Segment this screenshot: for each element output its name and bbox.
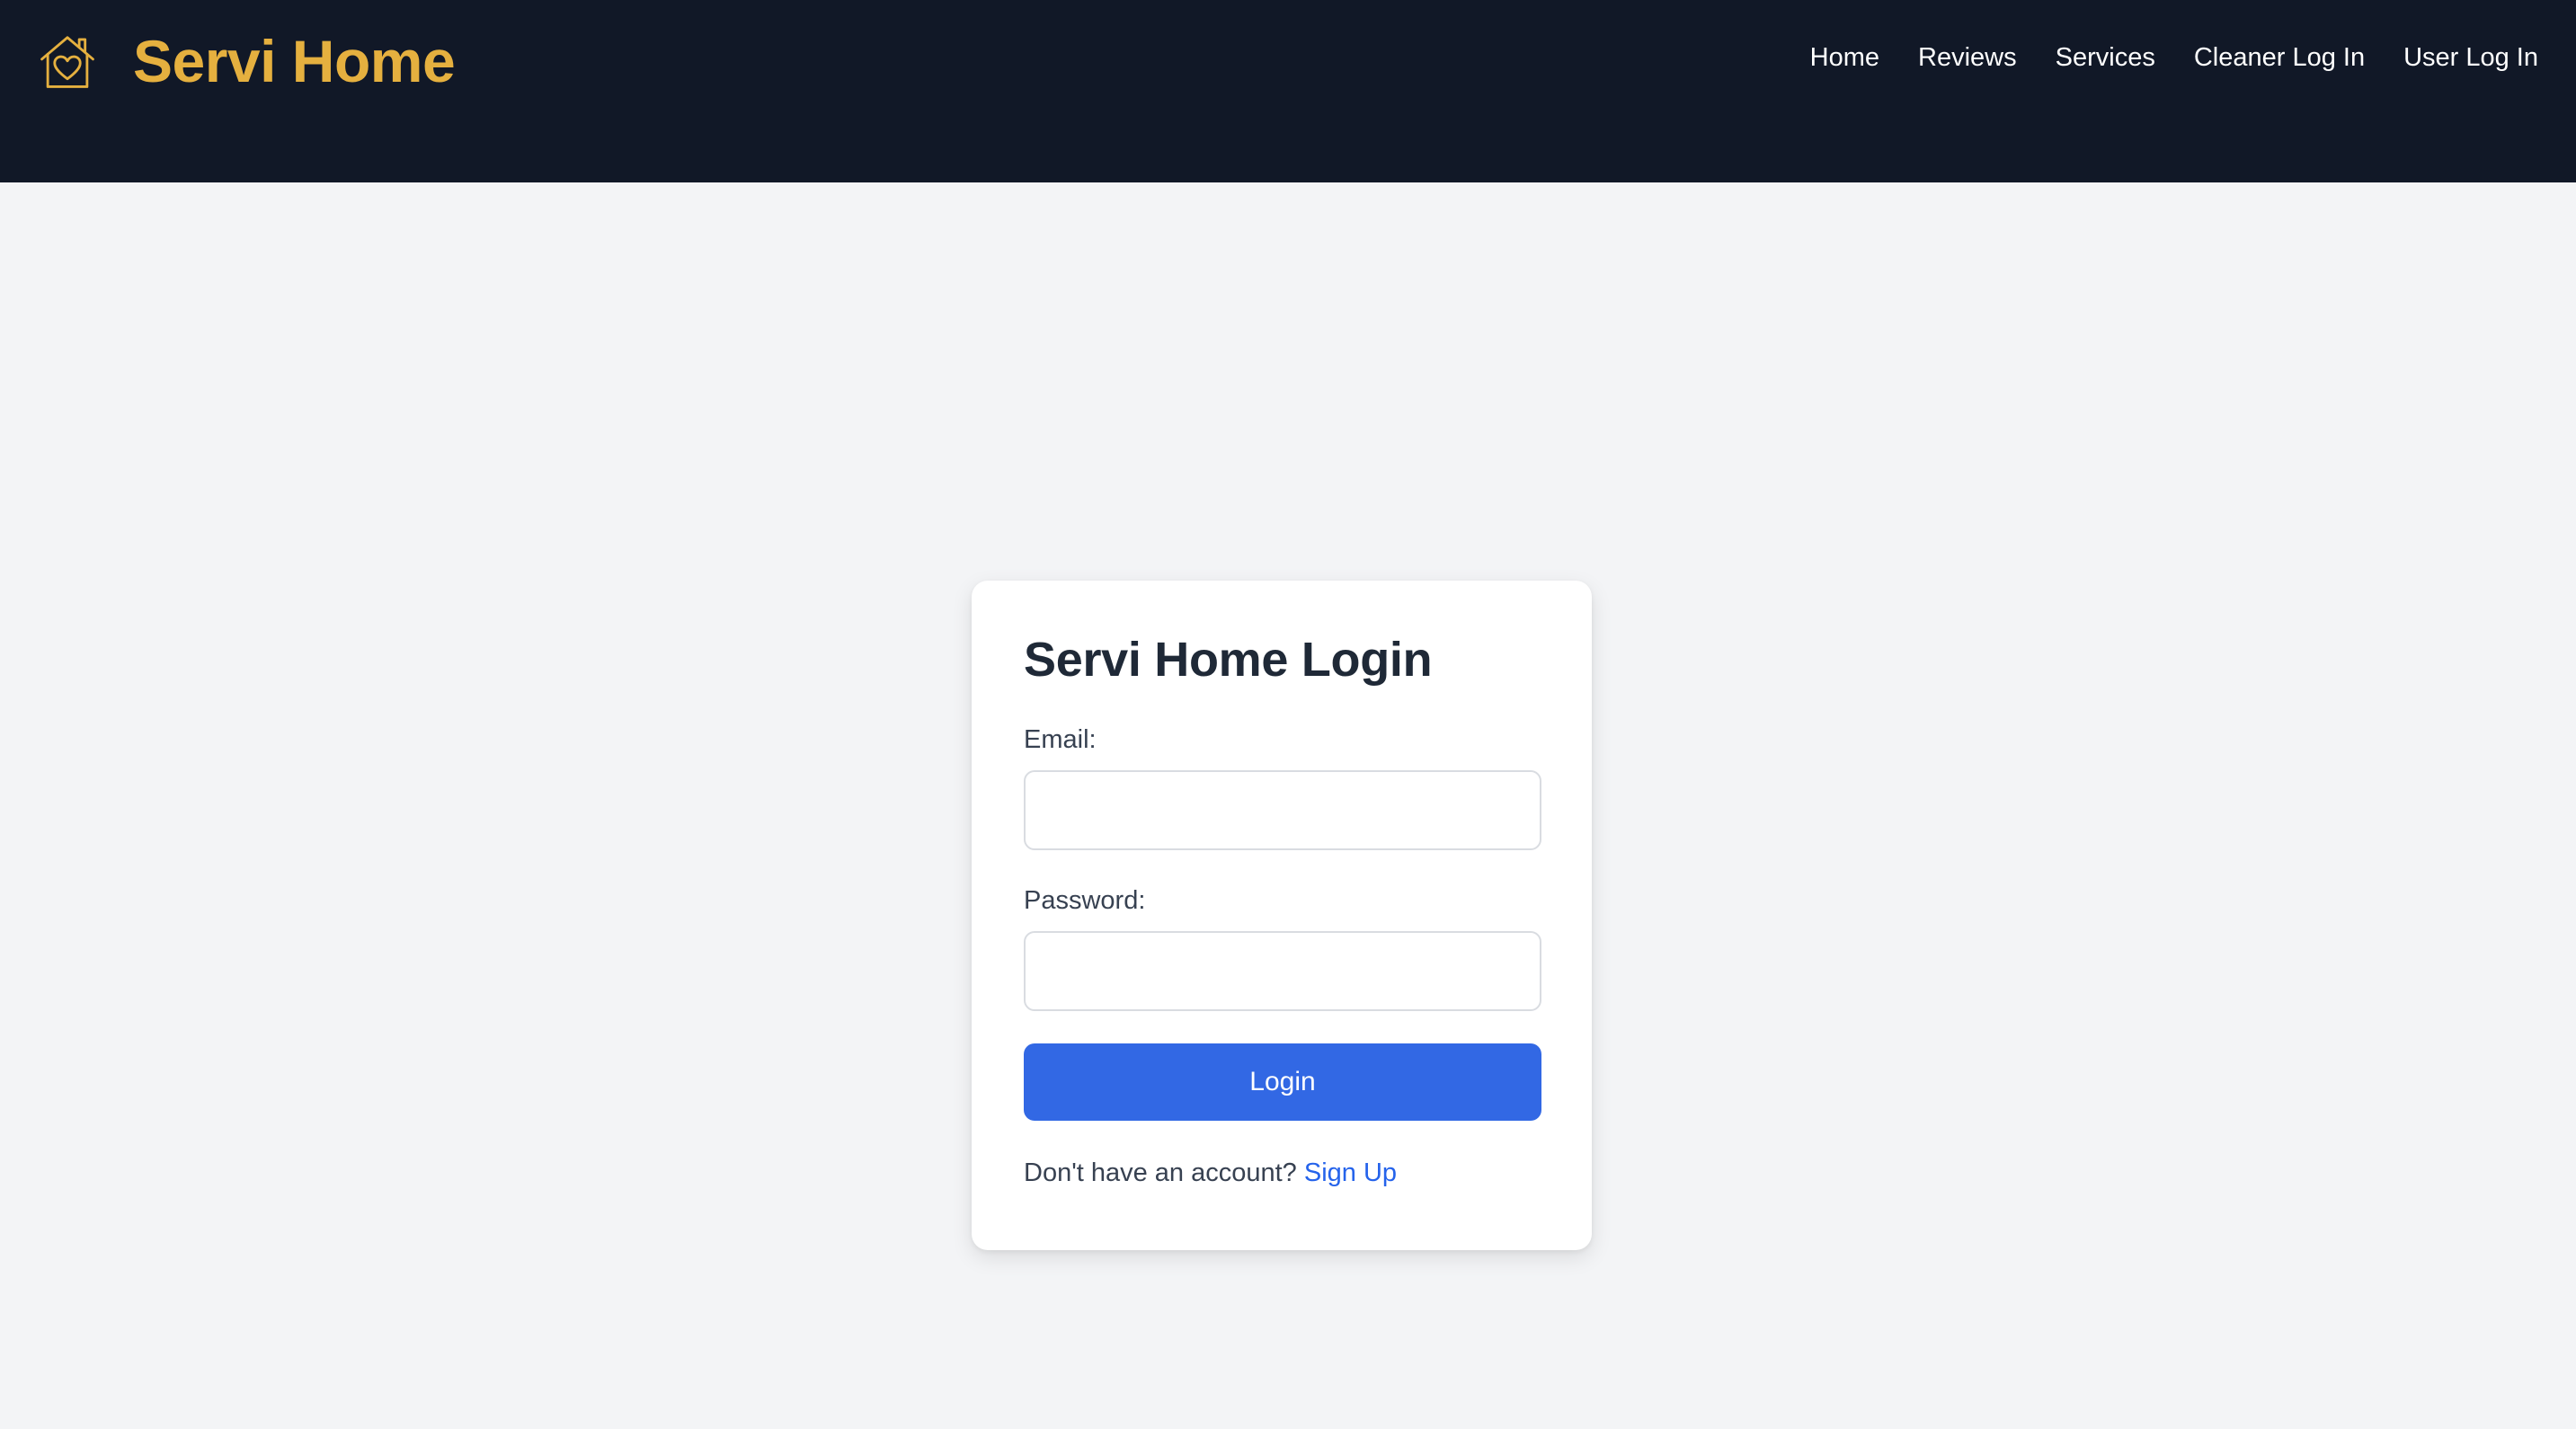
login-title: Servi Home Login [1024, 633, 1433, 687]
nav-link-cleaner-login[interactable]: Cleaner Log In [2194, 40, 2365, 75]
email-label: Email: [1024, 724, 1097, 754]
top-navbar: Servi Home Home Reviews Services Cleaner… [0, 0, 2576, 182]
signup-link[interactable]: Sign Up [1304, 1158, 1397, 1187]
nav-link-home[interactable]: Home [1810, 40, 1879, 75]
signup-prompt-text: Don't have an account? [1024, 1158, 1297, 1187]
nav-link-services[interactable]: Services [2056, 40, 2155, 75]
password-input[interactable] [1024, 930, 1541, 1011]
nav-link-reviews[interactable]: Reviews [1918, 40, 2017, 75]
brand-name: Servi Home [133, 28, 456, 94]
brand-home-link[interactable]: Servi Home [36, 27, 456, 95]
signup-prompt-line: Don't have an account? Sign Up [1024, 1157, 1540, 1189]
email-input[interactable] [1024, 769, 1541, 850]
password-label: Password: [1024, 885, 1146, 915]
nav-link-user-login[interactable]: User Log In [2403, 40, 2538, 75]
login-card: Servi Home Login Email: Password: Login … [972, 581, 1592, 1250]
login-button[interactable]: Login [1024, 1043, 1541, 1121]
nav-menu: Home Reviews Services Cleaner Log In Use… [1810, 40, 2538, 75]
house-heart-icon [36, 30, 99, 93]
